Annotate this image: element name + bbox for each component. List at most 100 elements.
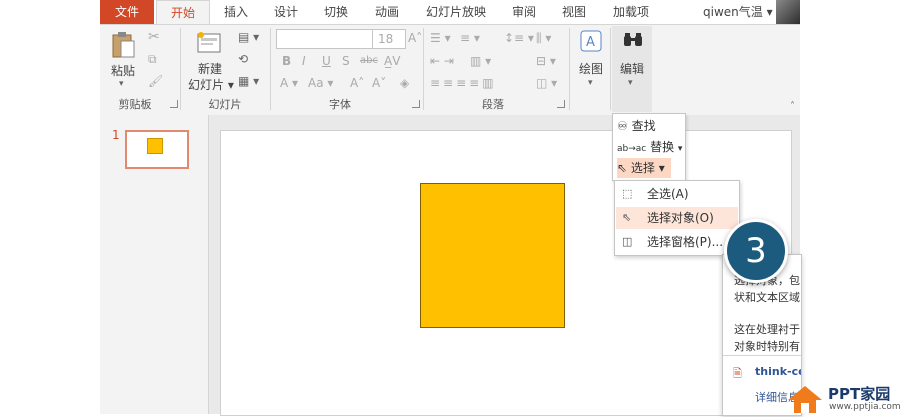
- select-button[interactable]: ⇖ 选择 ▾: [617, 158, 671, 178]
- section-icon[interactable]: ▦ ▾: [238, 74, 259, 88]
- font-color-icon[interactable]: A ▾: [280, 76, 298, 90]
- font-size-value: 18: [378, 32, 394, 46]
- editing-button[interactable]: 编辑: [620, 60, 644, 77]
- cut-icon[interactable]: ✂: [148, 30, 160, 44]
- bullets-icon[interactable]: ☰ ▾: [430, 31, 451, 45]
- tooltip-link[interactable]: think-ce: [755, 365, 801, 378]
- paragraph-launcher-icon[interactable]: [557, 100, 565, 108]
- text-direction-icon[interactable]: ⫼ ▾: [536, 31, 551, 45]
- binoculars-icon[interactable]: [623, 32, 643, 51]
- select-all-item[interactable]: ⬚ 全选(A): [616, 183, 738, 205]
- tab-slideshow[interactable]: 幻灯片放映: [420, 0, 492, 24]
- replace-label: 替换: [650, 140, 675, 154]
- separator: [569, 28, 570, 110]
- slides-group-label: 幻灯片: [208, 98, 242, 111]
- numbering-icon[interactable]: ≡ ▾: [460, 31, 480, 45]
- collapse-ribbon-icon[interactable]: ˄: [790, 100, 795, 114]
- bold-icon[interactable]: B: [282, 54, 291, 68]
- paragraph-group-label: 段落: [482, 98, 504, 111]
- select-submenu: ⬚ 全选(A) ⇖ 选择对象(O) ◫ 选择窗格(P)...: [614, 180, 740, 256]
- select-label: 选择 ▾: [630, 161, 665, 175]
- watermark-title: PPT家园: [828, 385, 891, 403]
- decrease-font-icon[interactable]: A˅: [372, 76, 386, 90]
- decrease-indent-icon[interactable]: ⇤ ⇥: [430, 54, 454, 68]
- avatar[interactable]: [776, 0, 800, 24]
- tab-transitions[interactable]: 切换: [318, 0, 354, 24]
- paste-icon[interactable]: [110, 31, 136, 59]
- font-name-box[interactable]: [276, 29, 373, 49]
- underline-icon[interactable]: U: [322, 54, 331, 68]
- editing-dropdown-icon[interactable]: ▾: [628, 76, 633, 90]
- find-button[interactable]: ♾ 查找: [617, 116, 656, 136]
- left-margin: [0, 0, 100, 414]
- spacing-icon[interactable]: A̲V: [384, 54, 400, 68]
- selection-pane-item[interactable]: ◫ 选择窗格(P)...: [616, 231, 738, 253]
- help-icon: 🗎: [733, 367, 742, 380]
- copy-icon[interactable]: ⧉: [148, 52, 157, 66]
- line-spacing-icon[interactable]: ↕≡ ▾: [504, 31, 534, 45]
- new-slide-dropdown[interactable]: 幻灯片 ▾: [188, 76, 234, 93]
- tab-review[interactable]: 审阅: [506, 0, 542, 24]
- separator: [270, 28, 271, 110]
- house-logo-icon: [786, 384, 824, 414]
- align-icons[interactable]: ≡≡≡≡▥: [430, 76, 497, 90]
- replace-icon: ab→ac: [617, 144, 647, 154]
- find-label: 查找: [631, 119, 656, 133]
- binoculars-icon: ♾: [617, 119, 628, 133]
- shadow-icon[interactable]: S: [342, 54, 350, 68]
- layout-icon[interactable]: ▤ ▾: [238, 30, 259, 44]
- tab-design[interactable]: 设计: [268, 0, 304, 24]
- separator: [180, 28, 181, 110]
- slide-number: 1: [112, 128, 120, 142]
- clear-format-icon[interactable]: ◈: [400, 76, 409, 90]
- tab-view[interactable]: 视图: [557, 0, 591, 24]
- replace-button[interactable]: ab→ac 替换 ▾: [617, 137, 682, 157]
- select-all-label: 全选(A): [647, 187, 689, 201]
- select-all-icon: ⬚: [622, 187, 633, 200]
- tooltip-text: 状和文本区域: [734, 291, 800, 304]
- tab-animations[interactable]: 动画: [369, 0, 405, 24]
- select-objects-item[interactable]: ⇖ 选择对象(O): [616, 207, 738, 229]
- strikethrough-icon[interactable]: abc: [360, 54, 378, 68]
- change-case-icon[interactable]: Aa ▾: [308, 76, 333, 90]
- italic-icon[interactable]: I: [302, 54, 306, 68]
- select-objects-label: 选择对象(O): [647, 211, 714, 225]
- format-painter-icon[interactable]: 🖌: [148, 74, 163, 88]
- font-launcher-icon[interactable]: [412, 100, 420, 108]
- reset-icon[interactable]: ⟲: [238, 52, 248, 66]
- drawing-button[interactable]: 绘图: [579, 60, 603, 77]
- watermark-url: www.pptjia.com: [829, 402, 900, 412]
- cursor-icon: ⇖: [622, 211, 632, 224]
- tab-home[interactable]: 开始: [156, 0, 210, 25]
- columns-icon[interactable]: ▥ ▾: [470, 54, 491, 68]
- tab-addins[interactable]: 加载项: [606, 0, 656, 24]
- tab-insert[interactable]: 插入: [218, 0, 254, 24]
- drawing-dropdown-icon[interactable]: ▾: [588, 76, 593, 90]
- tab-file[interactable]: 文件: [100, 0, 154, 24]
- cursor-icon: ⇖: [617, 161, 628, 175]
- increase-font-icon[interactable]: A˄: [350, 76, 364, 90]
- yellow-square-shape[interactable]: [420, 183, 565, 328]
- font-group-label: 字体: [329, 98, 351, 111]
- clipboard-group-label: 剪贴板: [118, 98, 152, 111]
- tooltip-divider: [723, 355, 801, 356]
- thumbnail-shape: [147, 138, 163, 154]
- separator: [610, 28, 611, 110]
- right-margin: [800, 0, 900, 414]
- font-size-box[interactable]: 18: [372, 29, 406, 49]
- tooltip-text: 这在处理衬于: [734, 323, 800, 336]
- separator: [423, 28, 424, 110]
- selection-pane-icon: ◫: [622, 235, 633, 248]
- new-slide-label[interactable]: 新建: [198, 60, 222, 77]
- paste-dropdown-icon[interactable]: ▾: [119, 77, 124, 91]
- align-text-icon[interactable]: ⊟ ▾: [536, 54, 556, 68]
- drawing-icon[interactable]: A: [580, 30, 602, 52]
- editing-dropdown: ♾ 查找 ab→ac 替换 ▾ ⇖ 选择 ▾: [612, 113, 686, 181]
- clipboard-launcher-icon[interactable]: [170, 100, 178, 108]
- smartart-icon[interactable]: ◫ ▾: [536, 76, 557, 90]
- tooltip-text: 对象时特别有: [734, 340, 800, 353]
- user-account[interactable]: qiwen气温 ▾: [703, 0, 773, 24]
- svg-text:A: A: [586, 35, 595, 50]
- new-slide-icon[interactable]: [196, 30, 222, 56]
- grow-font-icon[interactable]: A˄: [408, 31, 422, 45]
